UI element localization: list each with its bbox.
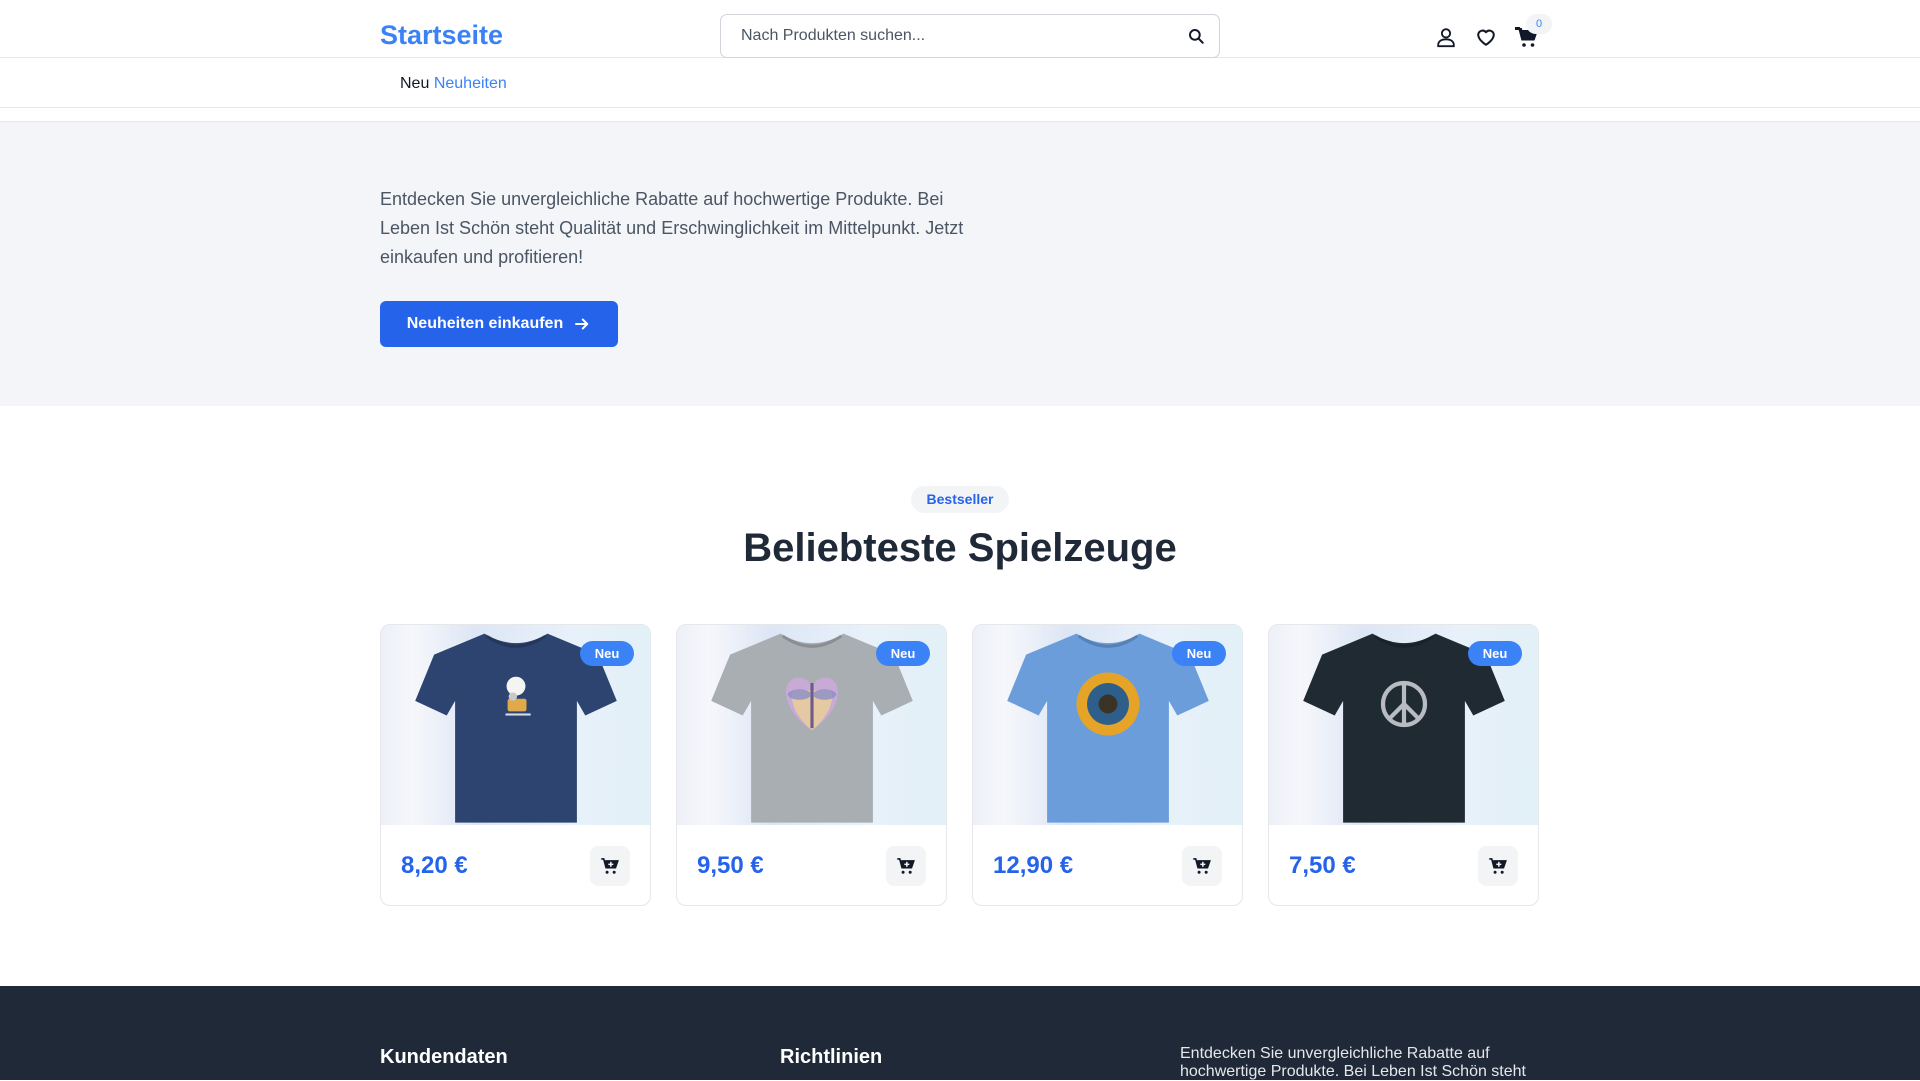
product-price: 7,50 € [1289, 852, 1356, 879]
product-price: 8,20 € [401, 852, 468, 879]
wishlist-heart-icon[interactable] [1473, 24, 1499, 50]
product-badge: Neu [1468, 641, 1522, 666]
site-header: Startseite 0 [0, 0, 1920, 58]
product-card[interactable]: Neu 12,90 € [972, 624, 1243, 906]
product-badge: Neu [876, 641, 930, 666]
user-account-icon[interactable] [1433, 24, 1459, 50]
hero-button-label: Neuheiten einkaufen [406, 315, 564, 332]
product-badge: Neu [1172, 641, 1226, 666]
footer-heading-kundendaten: Kundendaten [380, 1046, 508, 1068]
cart-count-badge: 0 [1526, 14, 1552, 34]
product-card[interactable]: Neu 9,50 € [676, 624, 947, 906]
section-title: Beliebteste Spielzeuge [743, 526, 1177, 570]
add-to-cart-button[interactable] [886, 846, 926, 886]
shop-new-arrivals-button[interactable]: Neuheiten einkaufen [380, 301, 618, 347]
add-to-cart-button[interactable] [1182, 846, 1222, 886]
nav-prefix: Neu [400, 75, 430, 92]
add-to-cart-icon [897, 858, 915, 874]
search-input[interactable] [721, 15, 1161, 57]
footer-heading-richtlinien: Richtlinien [780, 1046, 883, 1068]
add-to-cart-icon [601, 858, 619, 874]
add-to-cart-icon [1193, 858, 1211, 874]
product-image[interactable]: Neu [1269, 625, 1538, 825]
section-badge: Bestseller [911, 486, 1009, 513]
product-price: 12,90 € [993, 852, 1074, 879]
product-image[interactable]: Neu [973, 625, 1242, 825]
product-badge: Neu [580, 641, 634, 666]
add-to-cart-button[interactable] [1478, 846, 1518, 886]
add-to-cart-button[interactable] [590, 846, 630, 886]
nav-menu: Neu Neuheiten [400, 75, 507, 93]
search-bar [720, 14, 1220, 58]
product-price: 9,50 € [697, 852, 764, 879]
add-to-cart-icon [1489, 858, 1507, 874]
hero-description: Entdecken Sie unvergleichliche Rabatte a… [380, 189, 964, 267]
nav-link-neuheiten[interactable]: Neuheiten [434, 75, 507, 92]
product-card[interactable]: Neu 8,20 € [380, 624, 651, 906]
main-nav: Neu Neuheiten [0, 59, 1920, 108]
footer-about-text: Entdecken Sie unvergleichliche Rabatte a… [1180, 1045, 1526, 1080]
product-image[interactable]: Neu [381, 625, 650, 825]
arrow-right-icon [575, 318, 589, 330]
logo-home-link[interactable]: Startseite [380, 20, 503, 51]
search-icon[interactable] [1185, 25, 1207, 47]
site-footer: Kundendaten Richtlinien Entdecken Sie un… [0, 986, 1920, 1080]
hero-section: Entdecken Sie unvergleichliche Rabatte a… [0, 121, 1920, 406]
product-image[interactable]: Neu [677, 625, 946, 825]
product-card[interactable]: Neu 7,50 € [1268, 624, 1539, 906]
